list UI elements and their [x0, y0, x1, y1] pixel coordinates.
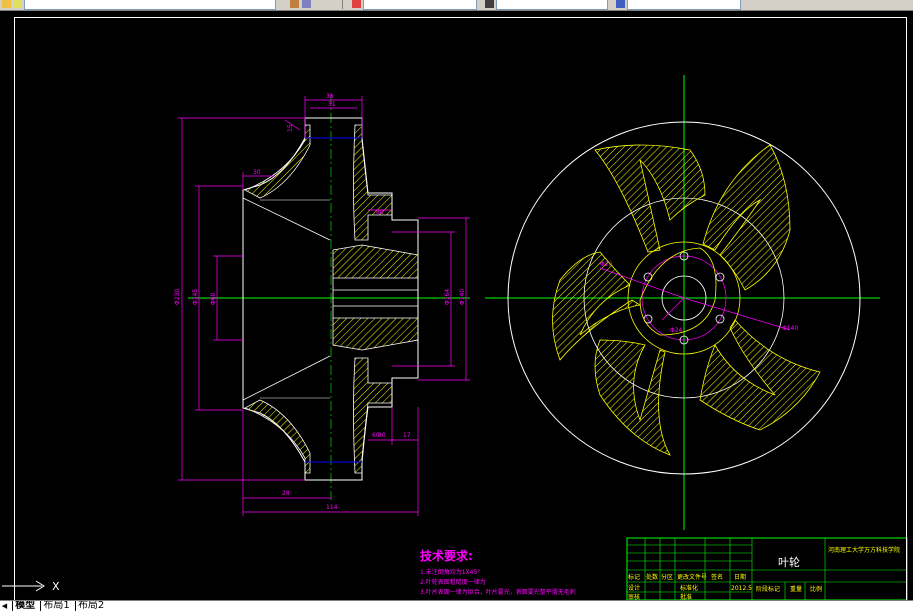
notes-line-1: 1.未注倒角均为1X45°: [420, 568, 480, 576]
dim-114: 114: [326, 504, 338, 511]
notes-line-2: 2.叶轮表面粗糙度一律为: [420, 578, 486, 586]
make-current-icon[interactable]: [290, 0, 299, 8]
title-count: 处数: [646, 573, 658, 581]
hatch-hub-top: [332, 244, 419, 279]
dim-phi60: Φ60: [210, 292, 217, 305]
dim-15: 15: [287, 124, 294, 132]
lineweight-icon[interactable]: [616, 0, 625, 8]
dim-30: 30: [253, 169, 261, 176]
dim-31: 31: [328, 101, 336, 108]
dim-17: 17: [403, 432, 411, 439]
dim-front-phi20: Φ20: [600, 261, 613, 268]
linetype-combo[interactable]: [496, 0, 608, 10]
drawing-canvas[interactable]: 36 31 30 80 60 80 17 28 114 Φ230 Φ145 Φ6…: [0, 10, 913, 600]
lineweight-combo[interactable]: [627, 0, 741, 10]
title-part-name: 叶轮: [778, 555, 800, 569]
ucs-x-label: X: [52, 580, 60, 593]
title-school: 河南理工大学万方科技学院: [828, 546, 900, 554]
title-date-value: 2012.5: [731, 585, 752, 592]
section-view[interactable]: 36 31 30 80 60 80 17 28 114 Φ230 Φ145 Φ6…: [174, 93, 470, 516]
hatch-right-top: [353, 124, 393, 241]
hatch-hub-bottom: [332, 317, 419, 351]
color-icon[interactable]: [352, 0, 361, 8]
notes-heading: 技术要求:: [420, 548, 473, 563]
title-weight: 重量: [790, 585, 802, 593]
blades: [552, 144, 821, 456]
hatch-right-bottom: [353, 357, 393, 474]
toolbar-separator: [330, 0, 343, 9]
dim-28: 28: [282, 490, 290, 497]
dim-phi145: Φ145: [192, 289, 199, 305]
title-approve: 批准: [680, 593, 692, 600]
title-standard: 标准化: [680, 584, 698, 592]
title-design: 设计: [628, 584, 640, 592]
tab-first-icon[interactable]: ◀: [0, 601, 9, 610]
title-block: 叶轮 河南理工大学万方科技学院 标记 处数 分区 更改文件号 签名 日期 设计 …: [626, 537, 908, 600]
dim-phi164: Φ164: [444, 289, 451, 305]
notes-line-3: 3.叶片表面一律为拟合，叶片要光，表面要光整平滑无毛刺: [420, 588, 576, 596]
layer-icon[interactable]: [2, 0, 11, 8]
layout-tabs: ◀ 模型 布局1 布局2: [0, 600, 913, 611]
layer-combo[interactable]: [24, 0, 276, 10]
dim-80-top: 80: [376, 209, 384, 216]
title-mark: 标记: [628, 573, 640, 581]
dim-front-phi140: Φ140: [782, 325, 798, 332]
title-scale: 比例: [810, 585, 822, 593]
dim-phi230: Φ230: [174, 289, 181, 305]
dim-80-bottom: 80: [378, 432, 386, 439]
linetype-icon[interactable]: [485, 0, 494, 8]
hatch-top-shroud: [244, 124, 311, 199]
dim-front-phi24: Φ24: [670, 327, 683, 334]
color-combo[interactable]: [363, 0, 477, 10]
hatch-bottom-shroud: [244, 399, 311, 474]
dimension-texts: 36 31 30 80 60 80 17 28 114 Φ230 Φ145 Φ6…: [174, 93, 466, 511]
title-signature: 签名: [711, 573, 723, 581]
layer-state-icon[interactable]: [13, 0, 22, 8]
technical-notes: 技术要求: 1.未注倒角均为1X45° 2.叶轮表面粗糙度一律为 3.叶片表面一…: [420, 548, 576, 596]
title-date: 日期: [734, 573, 746, 581]
title-zone: 分区: [661, 573, 673, 581]
ucs-icon: X: [2, 580, 60, 593]
dim-36: 36: [326, 93, 334, 100]
title-review: 审核: [628, 593, 640, 600]
front-view[interactable]: Φ20 Φ24 Φ140: [485, 75, 880, 530]
dimension-lines: [178, 96, 470, 516]
layer-previous-icon[interactable]: [302, 0, 311, 8]
title-stage: 阶段标记: [756, 585, 780, 593]
dim-phi140: Φ140: [459, 289, 466, 305]
title-change-no: 更改文件号: [677, 573, 707, 581]
